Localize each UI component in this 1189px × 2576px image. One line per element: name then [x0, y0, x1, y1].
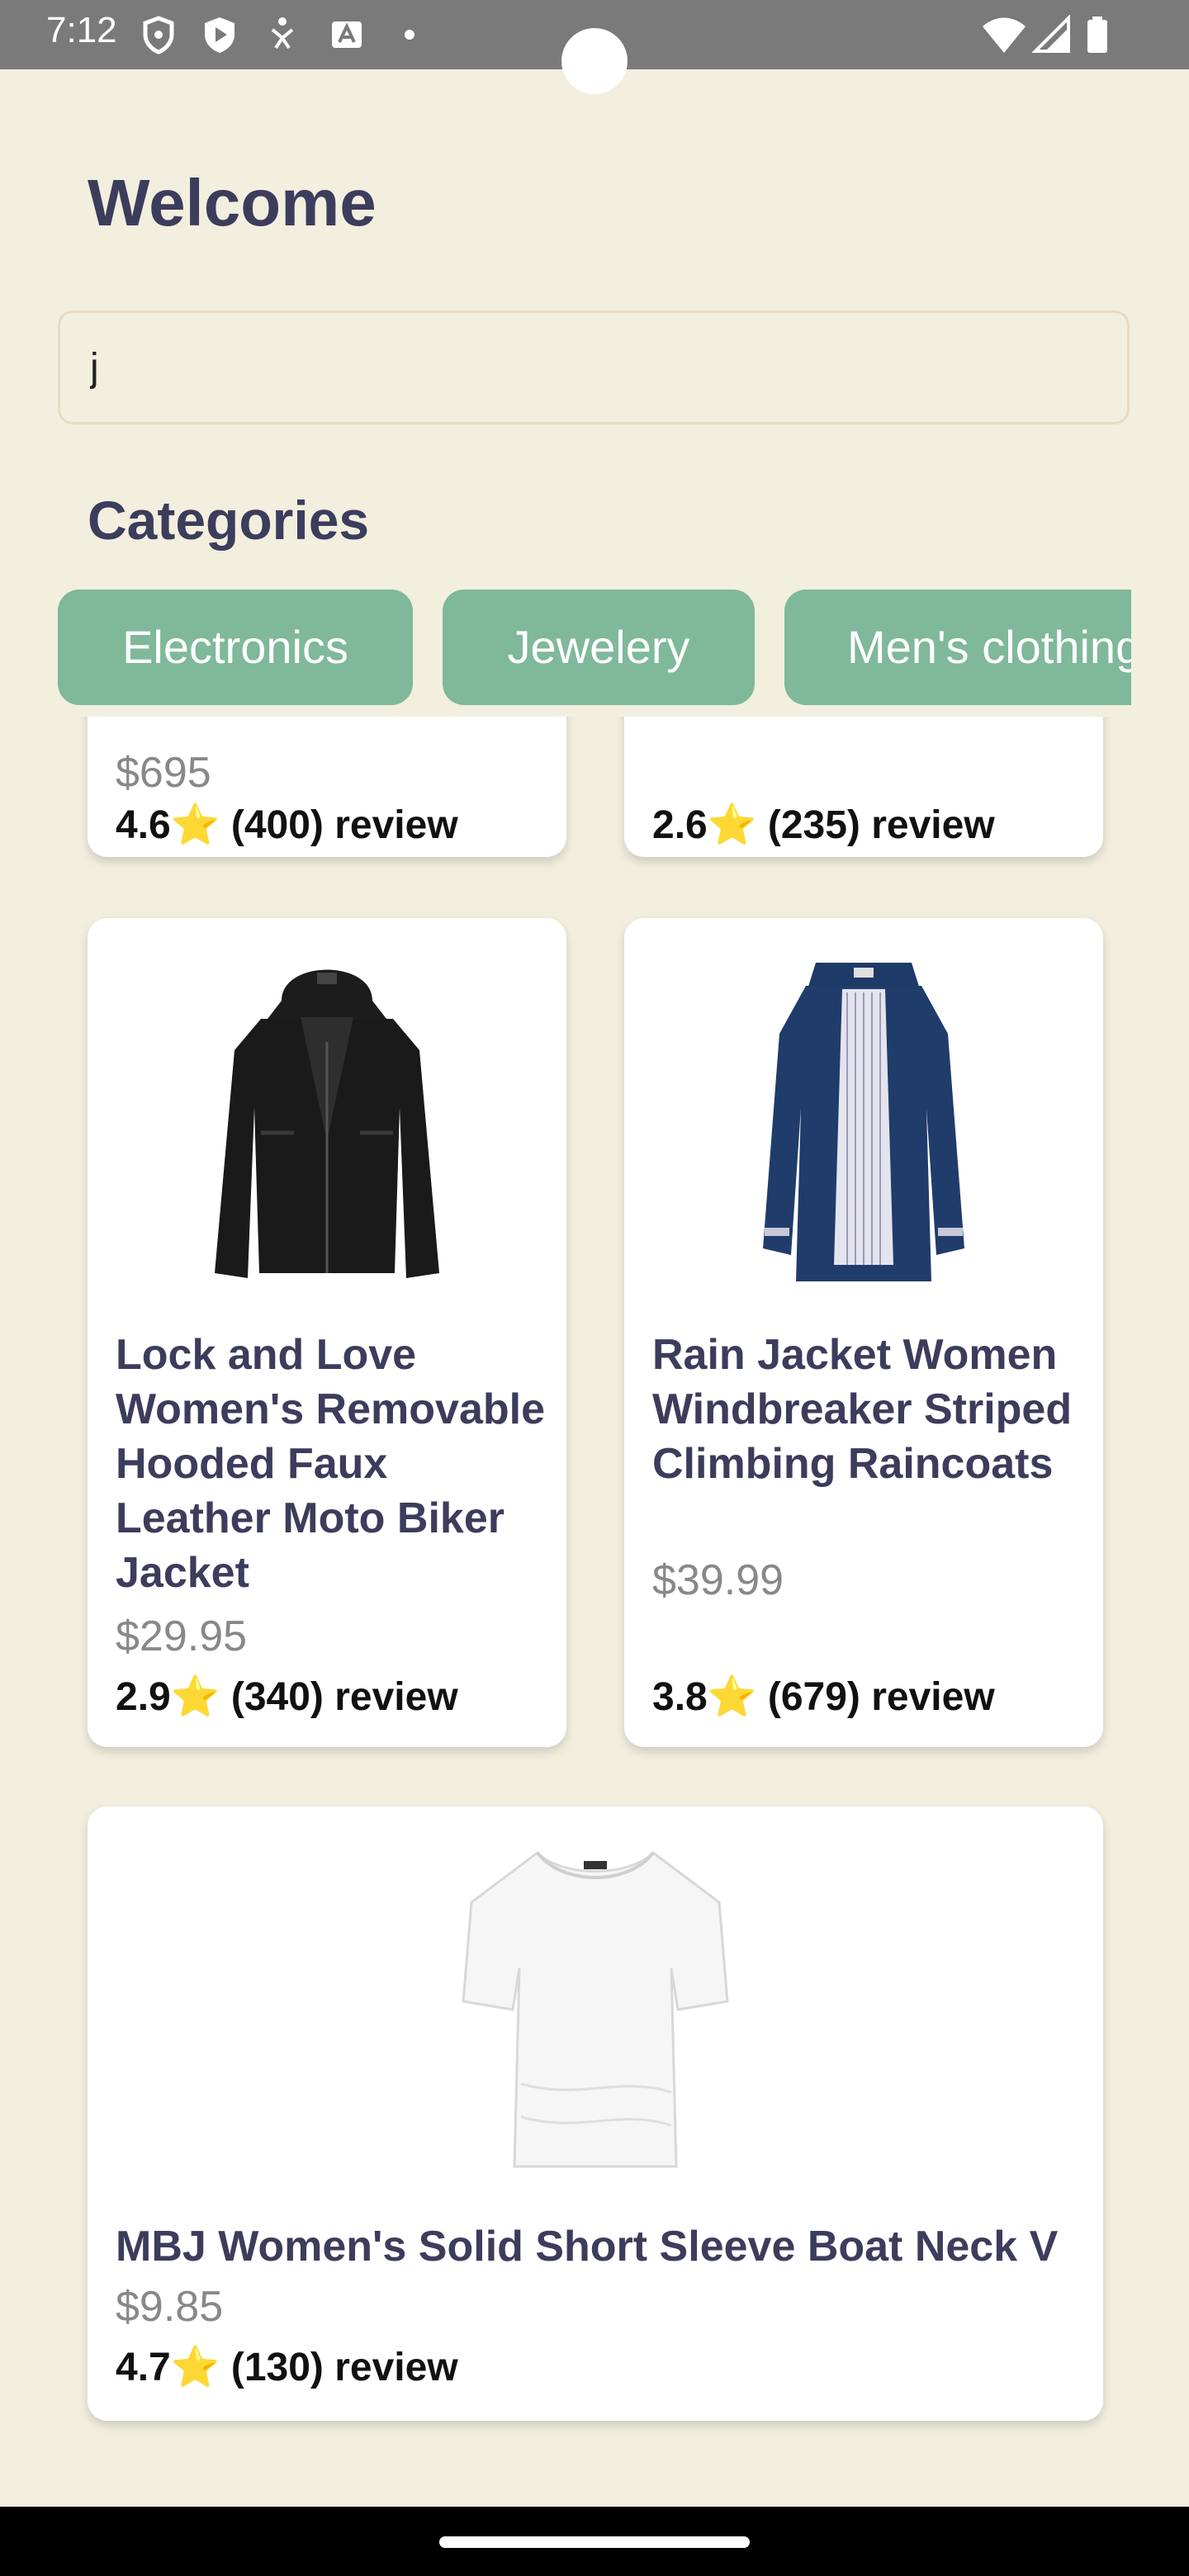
- product-rating: 2.6⭐ (235) review: [652, 801, 995, 848]
- accessibility-icon: [271, 17, 294, 50]
- product-card[interactable]: MBJ Women's Solid Short Sleeve Boat Neck…: [88, 1807, 1103, 2421]
- category-chip-mens-clothing[interactable]: Men's clothing: [784, 590, 1131, 705]
- star-icon: ⭐: [170, 1675, 220, 1719]
- star-icon: ⭐: [170, 2346, 220, 2389]
- signal-icon: [1032, 15, 1070, 53]
- shield-icon: [143, 16, 174, 54]
- product-rating: 4.7⭐ (130) review: [116, 2343, 458, 2390]
- search-input[interactable]: [58, 310, 1130, 424]
- review-count: (130) review: [230, 2346, 458, 2389]
- navigation-bar: [0, 2507, 1189, 2576]
- star-icon: ⭐: [707, 1675, 757, 1719]
- product-name: MBJ Women's Solid Short Sleeve Boat Neck…: [116, 2223, 1059, 2271]
- review-count: (679) review: [767, 1675, 995, 1719]
- review-count: (340) review: [230, 1675, 458, 1719]
- star-icon: ⭐: [170, 803, 220, 847]
- rating-value: 2.9: [116, 1675, 171, 1719]
- rating-value: 4.7: [116, 2346, 171, 2389]
- autofill-icon: [332, 21, 362, 48]
- product-card[interactable]: Lock and Love Women's Removable Hooded F…: [88, 918, 566, 1747]
- product-name: Rain Jacket Women Windbreaker Striped Cl…: [652, 1331, 1073, 1488]
- status-time: 7:12: [46, 10, 117, 50]
- star-icon: ⭐: [707, 803, 757, 847]
- product-name: Lock and Love Women's Removable Hooded F…: [116, 1331, 545, 1597]
- black-leather-jacket-image: [215, 969, 439, 1278]
- dot-icon: [405, 30, 414, 40]
- rating-value: 4.6: [116, 803, 171, 847]
- product-price: $9.85: [116, 2283, 224, 2331]
- product-rating: 2.9⭐ (340) review: [116, 1673, 458, 1720]
- play-protect-icon: [205, 17, 234, 53]
- product-price: $29.95: [116, 1612, 248, 1660]
- review-count: (400) review: [230, 803, 458, 847]
- product-card[interactable]: $695 4.6⭐ (400) review: [88, 717, 566, 857]
- product-card[interactable]: Rain Jacket Women Windbreaker Striped Cl…: [624, 918, 1103, 1747]
- wifi-icon: [983, 17, 1026, 53]
- rating-value: 2.6: [652, 803, 708, 847]
- category-chip-electronics[interactable]: Electronics: [58, 590, 413, 705]
- review-count: (235) review: [767, 803, 995, 847]
- white-tshirt-image: [462, 1851, 729, 2168]
- navy-rain-jacket-image: [763, 963, 964, 1281]
- home-gesture-handle[interactable]: [439, 2536, 750, 2548]
- product-rating: 3.8⭐ (679) review: [652, 1673, 995, 1720]
- page-title: Welcome: [88, 166, 377, 239]
- category-chip-jewelery[interactable]: Jewelery: [443, 590, 755, 705]
- product-grid[interactable]: $695 4.6⭐ (400) review 2.6⭐ (235) review…: [0, 717, 1189, 2503]
- rating-value: 3.8: [652, 1675, 708, 1719]
- product-price: $39.99: [652, 1556, 784, 1604]
- product-price: $695: [116, 749, 211, 797]
- product-rating: 4.6⭐ (400) review: [116, 801, 458, 848]
- category-list[interactable]: Electronics Jewelery Men's clothing: [58, 590, 1131, 705]
- categories-heading: Categories: [88, 490, 370, 551]
- camera-cutout: [561, 28, 628, 94]
- product-card[interactable]: 2.6⭐ (235) review: [624, 717, 1103, 857]
- battery-icon: [1087, 17, 1107, 53]
